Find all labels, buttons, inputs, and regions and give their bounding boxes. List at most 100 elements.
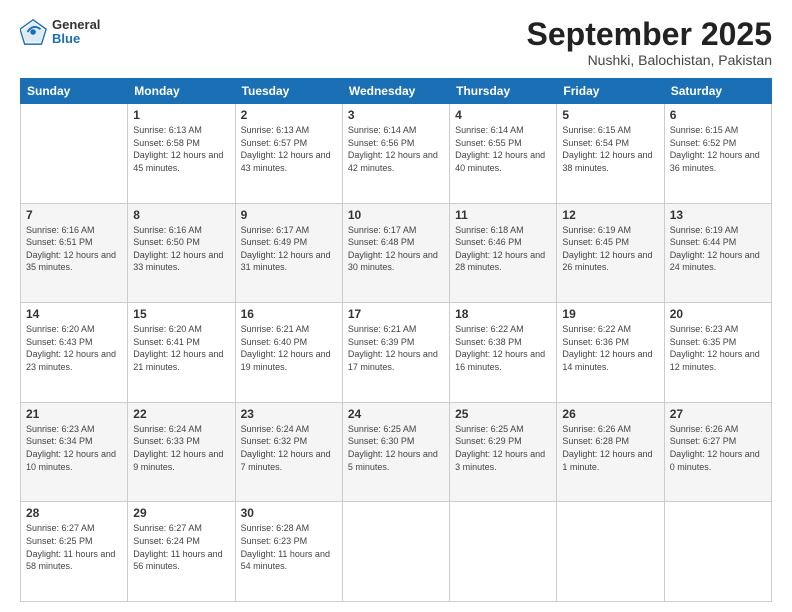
day-number: 27 (670, 407, 766, 421)
header-friday: Friday (557, 79, 664, 104)
day-number: 26 (562, 407, 658, 421)
day-cell-19: 19Sunrise: 6:22 AMSunset: 6:36 PMDayligh… (557, 303, 664, 403)
day-info: Sunrise: 6:13 AMSunset: 6:57 PMDaylight:… (241, 124, 337, 174)
day-number: 22 (133, 407, 229, 421)
day-info: Sunrise: 6:17 AMSunset: 6:49 PMDaylight:… (241, 224, 337, 274)
day-cell-10: 10 Sunrise: 6:17 AMSunset: 6:48 PMDayligh… (342, 203, 449, 303)
day-info: Sunrise: 6:28 AMSunset: 6:23 PMDaylight:… (241, 522, 337, 572)
location-subtitle: Nushki, Balochistan, Pakistan (527, 52, 772, 68)
logo-icon (20, 18, 48, 46)
day-cell-4: 4 Sunrise: 6:14 AMSunset: 6:55 PMDaylight… (450, 104, 557, 204)
day-cell-6: 6 Sunrise: 6:15 AMSunset: 6:52 PMDaylight… (664, 104, 771, 204)
day-number: 14 (26, 307, 122, 321)
day-number: 28 (26, 506, 122, 520)
day-number: 4 (455, 108, 551, 122)
header-tuesday: Tuesday (235, 79, 342, 104)
day-info: Sunrise: 6:20 AMSunset: 6:41 PMDaylight:… (133, 323, 229, 373)
day-cell-25: 25 Sunrise: 6:25 AMSunset: 6:29 PMDayligh… (450, 402, 557, 502)
day-info: Sunrise: 6:25 AMSunset: 6:30 PMDaylight:… (348, 423, 444, 473)
header-saturday: Saturday (664, 79, 771, 104)
day-cell-23: 23 Sunrise: 6:24 AMSunset: 6:32 PMDayligh… (235, 402, 342, 502)
header: General Blue September 2025 Nushki, Balo… (20, 18, 772, 68)
week-row-3: 14 Sunrise: 6:20 AMSunset: 6:43 PMDayligh… (21, 303, 772, 403)
day-cell-27: 27 Sunrise: 6:26 AMSunset: 6:27 PMDayligh… (664, 402, 771, 502)
day-cell-31 (342, 502, 449, 602)
logo: General Blue (20, 18, 100, 47)
day-cell-15: 15 Sunrise: 6:20 AMSunset: 6:41 PMDayligh… (128, 303, 235, 403)
weekday-header-row: Sunday Monday Tuesday Wednesday Thursday… (21, 79, 772, 104)
day-info: Sunrise: 6:13 AMSunset: 6:58 PMDaylight:… (133, 124, 229, 174)
week-row-2: 7Sunrise: 6:16 AMSunset: 6:51 PMDaylight… (21, 203, 772, 303)
day-cell-2: 2Sunrise: 6:13 AMSunset: 6:57 PMDaylight… (235, 104, 342, 204)
header-thursday: Thursday (450, 79, 557, 104)
day-number: 20 (670, 307, 766, 321)
logo-text: General Blue (52, 18, 100, 47)
day-info: Sunrise: 6:14 AMSunset: 6:56 PMDaylight:… (348, 124, 444, 174)
day-number: 23 (241, 407, 337, 421)
day-number: 11 (455, 208, 551, 222)
header-monday: Monday (128, 79, 235, 104)
header-wednesday: Wednesday (342, 79, 449, 104)
day-cell-34 (664, 502, 771, 602)
day-info: Sunrise: 6:19 AMSunset: 6:45 PMDaylight:… (562, 224, 658, 274)
day-info: Sunrise: 6:15 AMSunset: 6:52 PMDaylight:… (670, 124, 766, 174)
day-info: Sunrise: 6:17 AMSunset: 6:48 PMDaylight:… (348, 224, 444, 274)
day-number: 12 (562, 208, 658, 222)
day-info: Sunrise: 6:20 AMSunset: 6:43 PMDaylight:… (26, 323, 122, 373)
day-cell-11: 11 Sunrise: 6:18 AMSunset: 6:46 PMDayligh… (450, 203, 557, 303)
day-cell-16: 16 Sunrise: 6:21 AMSunset: 6:40 PMDayligh… (235, 303, 342, 403)
logo-blue-text: Blue (52, 32, 100, 46)
day-info: Sunrise: 6:14 AMSunset: 6:55 PMDaylight:… (455, 124, 551, 174)
day-info: Sunrise: 6:26 AMSunset: 6:27 PMDaylight:… (670, 423, 766, 473)
day-number: 21 (26, 407, 122, 421)
day-cell-30: 30 Sunrise: 6:28 AMSunset: 6:23 PMDayligh… (235, 502, 342, 602)
day-cell-13: 13 Sunrise: 6:19 AMSunset: 6:44 PMDayligh… (664, 203, 771, 303)
day-info: Sunrise: 6:24 AMSunset: 6:32 PMDaylight:… (241, 423, 337, 473)
day-number: 18 (455, 307, 551, 321)
week-row-5: 28Sunrise: 6:27 AMSunset: 6:25 PMDayligh… (21, 502, 772, 602)
day-number: 30 (241, 506, 337, 520)
day-cell-22: 22 Sunrise: 6:24 AMSunset: 6:33 PMDayligh… (128, 402, 235, 502)
day-number: 6 (670, 108, 766, 122)
day-number: 9 (241, 208, 337, 222)
day-info: Sunrise: 6:22 AMSunset: 6:38 PMDaylight:… (455, 323, 551, 373)
day-info: Sunrise: 6:21 AMSunset: 6:39 PMDaylight:… (348, 323, 444, 373)
day-number: 8 (133, 208, 229, 222)
day-cell-32 (450, 502, 557, 602)
day-cell-20: 20Sunrise: 6:23 AMSunset: 6:35 PMDayligh… (664, 303, 771, 403)
day-info: Sunrise: 6:16 AMSunset: 6:50 PMDaylight:… (133, 224, 229, 274)
day-cell-9: 9 Sunrise: 6:17 AMSunset: 6:49 PMDaylight… (235, 203, 342, 303)
day-info: Sunrise: 6:25 AMSunset: 6:29 PMDaylight:… (455, 423, 551, 473)
logo-general-text: General (52, 18, 100, 32)
day-number: 10 (348, 208, 444, 222)
day-cell-17: 17 Sunrise: 6:21 AMSunset: 6:39 PMDayligh… (342, 303, 449, 403)
week-row-1: 1 Sunrise: 6:13 AMSunset: 6:58 PMDaylight… (21, 104, 772, 204)
month-title: September 2025 (527, 18, 772, 50)
title-block: September 2025 Nushki, Balochistan, Paki… (527, 18, 772, 68)
day-number: 13 (670, 208, 766, 222)
day-number: 1 (133, 108, 229, 122)
day-info: Sunrise: 6:18 AMSunset: 6:46 PMDaylight:… (455, 224, 551, 274)
day-cell-1: 1 Sunrise: 6:13 AMSunset: 6:58 PMDaylight… (128, 104, 235, 204)
day-number: 25 (455, 407, 551, 421)
day-cell-28: 28Sunrise: 6:27 AMSunset: 6:25 PMDayligh… (21, 502, 128, 602)
day-info: Sunrise: 6:21 AMSunset: 6:40 PMDaylight:… (241, 323, 337, 373)
day-number: 16 (241, 307, 337, 321)
day-cell-21: 21Sunrise: 6:23 AMSunset: 6:34 PMDayligh… (21, 402, 128, 502)
day-info: Sunrise: 6:19 AMSunset: 6:44 PMDaylight:… (670, 224, 766, 274)
day-info: Sunrise: 6:15 AMSunset: 6:54 PMDaylight:… (562, 124, 658, 174)
day-info: Sunrise: 6:24 AMSunset: 6:33 PMDaylight:… (133, 423, 229, 473)
day-cell-7: 7Sunrise: 6:16 AMSunset: 6:51 PMDaylight… (21, 203, 128, 303)
page: General Blue September 2025 Nushki, Balo… (0, 0, 792, 612)
day-number: 5 (562, 108, 658, 122)
week-row-4: 21Sunrise: 6:23 AMSunset: 6:34 PMDayligh… (21, 402, 772, 502)
day-cell-26: 26Sunrise: 6:26 AMSunset: 6:28 PMDayligh… (557, 402, 664, 502)
day-cell-14: 14 Sunrise: 6:20 AMSunset: 6:43 PMDayligh… (21, 303, 128, 403)
day-cell-24: 24Sunrise: 6:25 AMSunset: 6:30 PMDayligh… (342, 402, 449, 502)
day-cell-18: 18 Sunrise: 6:22 AMSunset: 6:38 PMDayligh… (450, 303, 557, 403)
day-number: 17 (348, 307, 444, 321)
day-number: 15 (133, 307, 229, 321)
day-info: Sunrise: 6:22 AMSunset: 6:36 PMDaylight:… (562, 323, 658, 373)
calendar-table: Sunday Monday Tuesday Wednesday Thursday… (20, 78, 772, 602)
day-number: 29 (133, 506, 229, 520)
